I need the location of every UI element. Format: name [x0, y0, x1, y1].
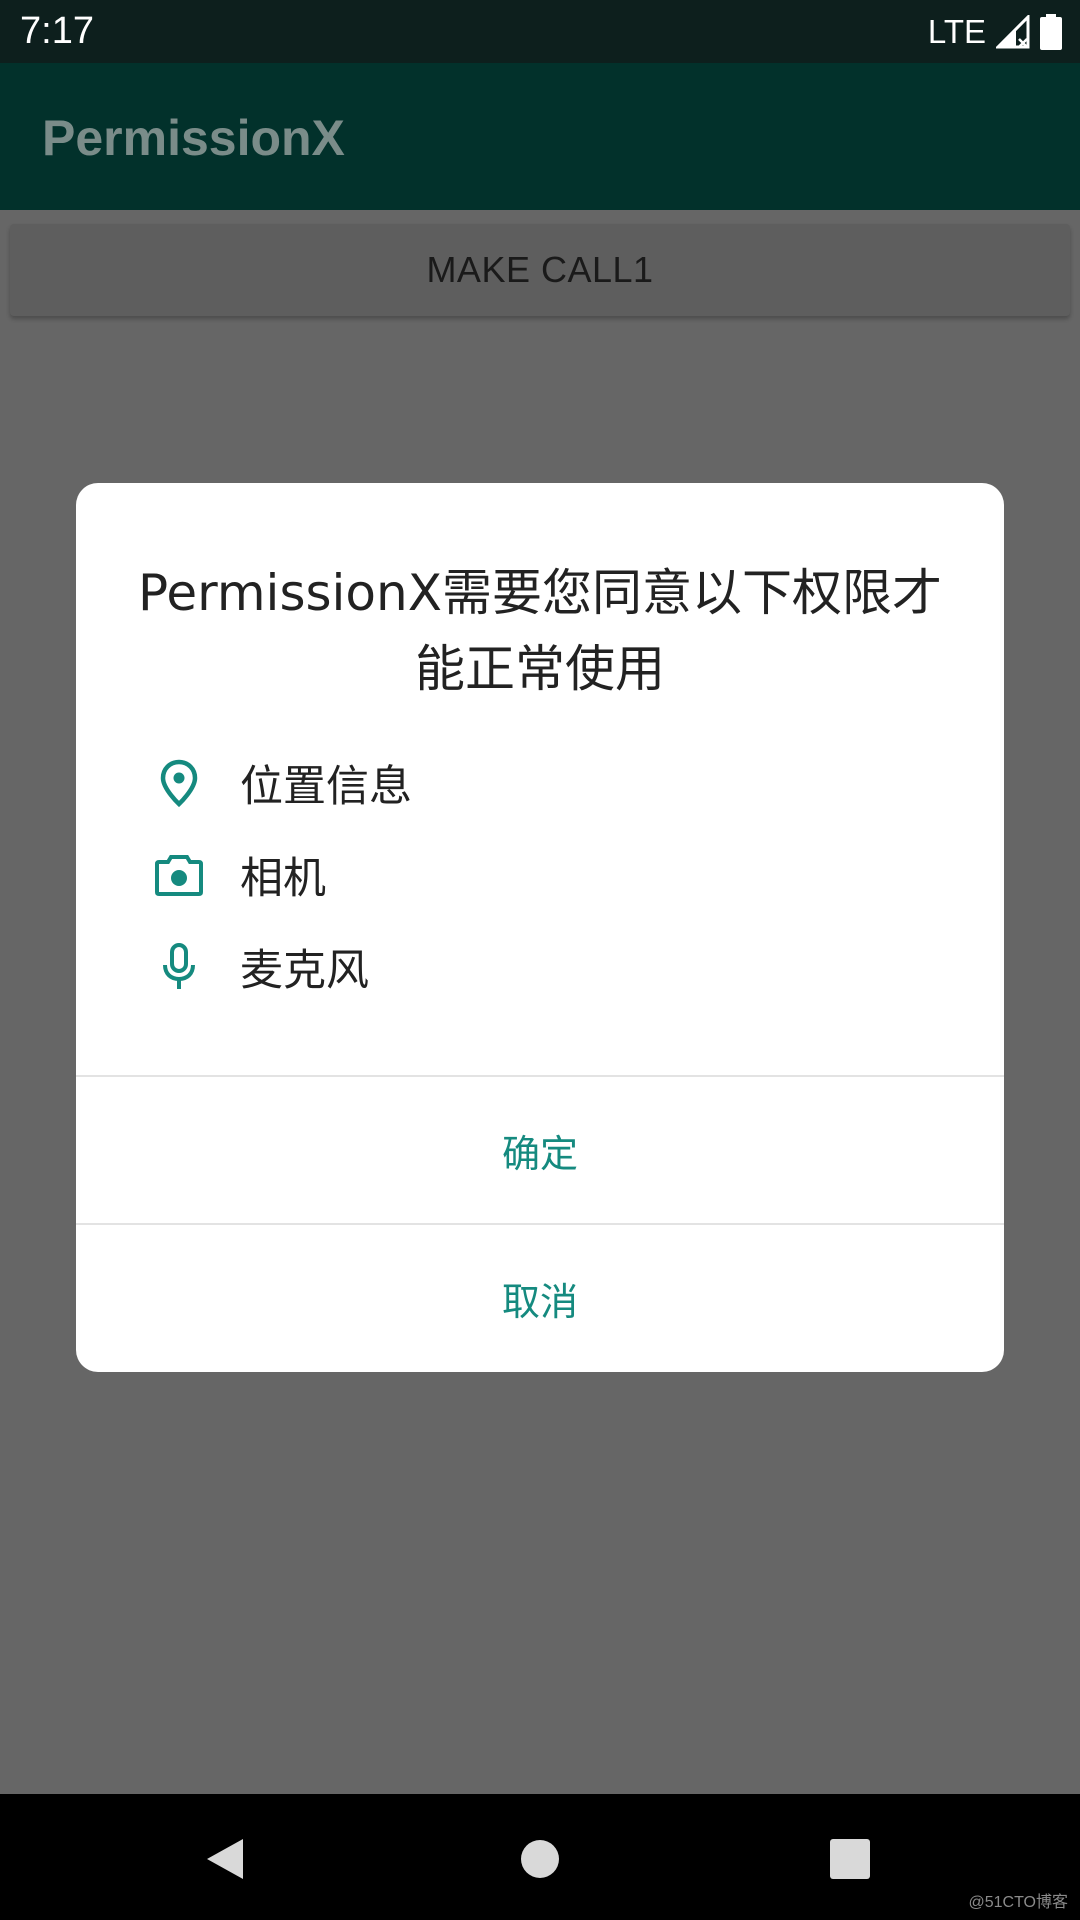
status-bar: 7:17 LTE	[0, 0, 1080, 63]
permission-item-microphone: 麦克风	[152, 932, 369, 1002]
location-pin-icon	[152, 756, 206, 810]
permission-dialog: PermissionX需要您同意以下权限才能正常使用 位置信息 相机 麦克风 确…	[76, 483, 1004, 1372]
network-type-label: LTE	[927, 13, 986, 50]
permission-label: 麦克风	[240, 946, 369, 996]
dialog-title: PermissionX需要您同意以下权限才能正常使用	[138, 564, 942, 698]
microphone-icon	[152, 940, 206, 994]
make-call-button[interactable]: MAKE CALL1	[10, 224, 1070, 316]
watermark: @51CTO博客	[968, 1894, 1068, 1911]
cancel-button[interactable]: 取消	[76, 1225, 1004, 1371]
permission-label: 位置信息	[240, 762, 412, 812]
permission-item-location: 位置信息	[152, 748, 412, 818]
signal-icon	[996, 15, 1030, 49]
home-icon[interactable]	[505, 1824, 575, 1894]
navigation-bar: @51CTO博客	[0, 1794, 1080, 1920]
camera-icon	[152, 848, 206, 902]
permission-item-camera: 相机	[152, 840, 326, 910]
status-icons: LTE	[928, 12, 1062, 52]
back-icon[interactable]	[190, 1824, 260, 1894]
permission-label: 相机	[240, 854, 326, 904]
app-bar: PermissionX	[0, 63, 1080, 210]
app-title: PermissionX	[42, 110, 345, 166]
status-time: 7:17	[20, 10, 94, 52]
recents-icon[interactable]	[815, 1824, 885, 1894]
confirm-button[interactable]: 确定	[76, 1077, 1004, 1223]
battery-icon	[1040, 14, 1062, 50]
